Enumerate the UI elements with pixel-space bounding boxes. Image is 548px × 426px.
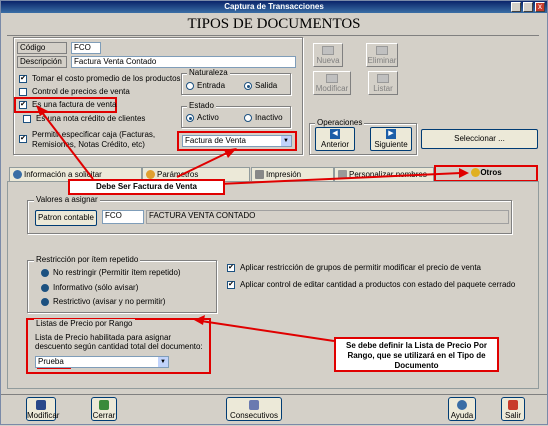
no-restringir-label: No restringir (Permitir ítem repetido) — [53, 268, 181, 277]
exit-icon — [508, 400, 518, 410]
listas-title: Listas de Precio por Rango — [34, 319, 135, 328]
restriccion-grupos-checkbox[interactable]: ✔ — [227, 264, 235, 272]
restriccion-grupos-label: Aplicar restricción de grupos de permiti… — [240, 263, 481, 272]
modificar-button[interactable]: Modificar — [26, 397, 60, 421]
arrow-to-select — [176, 150, 232, 178]
cerrar-button[interactable]: Cerrar — [91, 397, 117, 421]
arrow-to-factura — [40, 110, 94, 180]
salir-button[interactable]: Salir — [501, 397, 525, 421]
patron-code-field[interactable]: FCO — [102, 210, 144, 224]
informativo-radio[interactable] — [41, 284, 49, 292]
patron-contable-label: Patron contable — [37, 213, 95, 222]
no-restringir-radio[interactable] — [41, 269, 49, 277]
annotation-factura: Debe Ser Factura de Venta — [68, 179, 225, 195]
arrow-head-otros — [459, 168, 469, 178]
patron-desc-field: FACTURA VENTA CONTADO — [146, 210, 509, 224]
arrow-head-factura — [36, 105, 48, 116]
prueba-underline — [37, 368, 71, 369]
consecutivos-label: Consecutivos — [229, 411, 279, 420]
transaction-window: Captura de Transacciones x TIPOS DE DOCU… — [0, 0, 548, 425]
ayuda-button[interactable]: Ayuda — [448, 397, 476, 421]
control-editar-label: Aplicar control de editar cantidad a pro… — [240, 280, 516, 289]
informativo-label: Informativo (sólo avisar) — [53, 283, 139, 292]
annotation-lista: Se debe definir la Lista de Precio Por R… — [334, 337, 499, 372]
ayuda-label: Ayuda — [450, 411, 474, 420]
arrow-head-select — [224, 148, 237, 158]
restriccion-title: Restricción por ítem repetido — [34, 255, 141, 264]
modificar-label: Modificar — [27, 411, 60, 420]
restrictivo-label: Restrictivo (avisar y no permitir) — [53, 297, 166, 306]
control-editar-checkbox[interactable]: ✔ — [227, 281, 235, 289]
lista-precio-select[interactable]: Prueba — [35, 356, 169, 368]
restrictivo-radio[interactable] — [41, 298, 49, 306]
help-icon — [457, 400, 467, 410]
folder-icon — [99, 400, 109, 410]
lista-chevron-down-icon[interactable]: ▼ — [158, 357, 168, 367]
valores-title: Valores a asignar — [34, 195, 100, 204]
cerrar-label: Cerrar — [92, 411, 116, 420]
listas-desc: Lista de Precio habilitada para asignar … — [35, 333, 203, 351]
salir-label: Salir — [504, 411, 521, 420]
arrow-to-otros — [195, 172, 462, 186]
consecutivos-button[interactable]: Consecutivos — [226, 397, 282, 421]
save-icon — [36, 400, 46, 410]
arrow-to-listas — [200, 320, 335, 342]
lista-precio-value: Prueba — [38, 357, 64, 366]
patron-contable-button[interactable]: Patron contable — [35, 210, 97, 226]
list-icon — [249, 400, 259, 410]
